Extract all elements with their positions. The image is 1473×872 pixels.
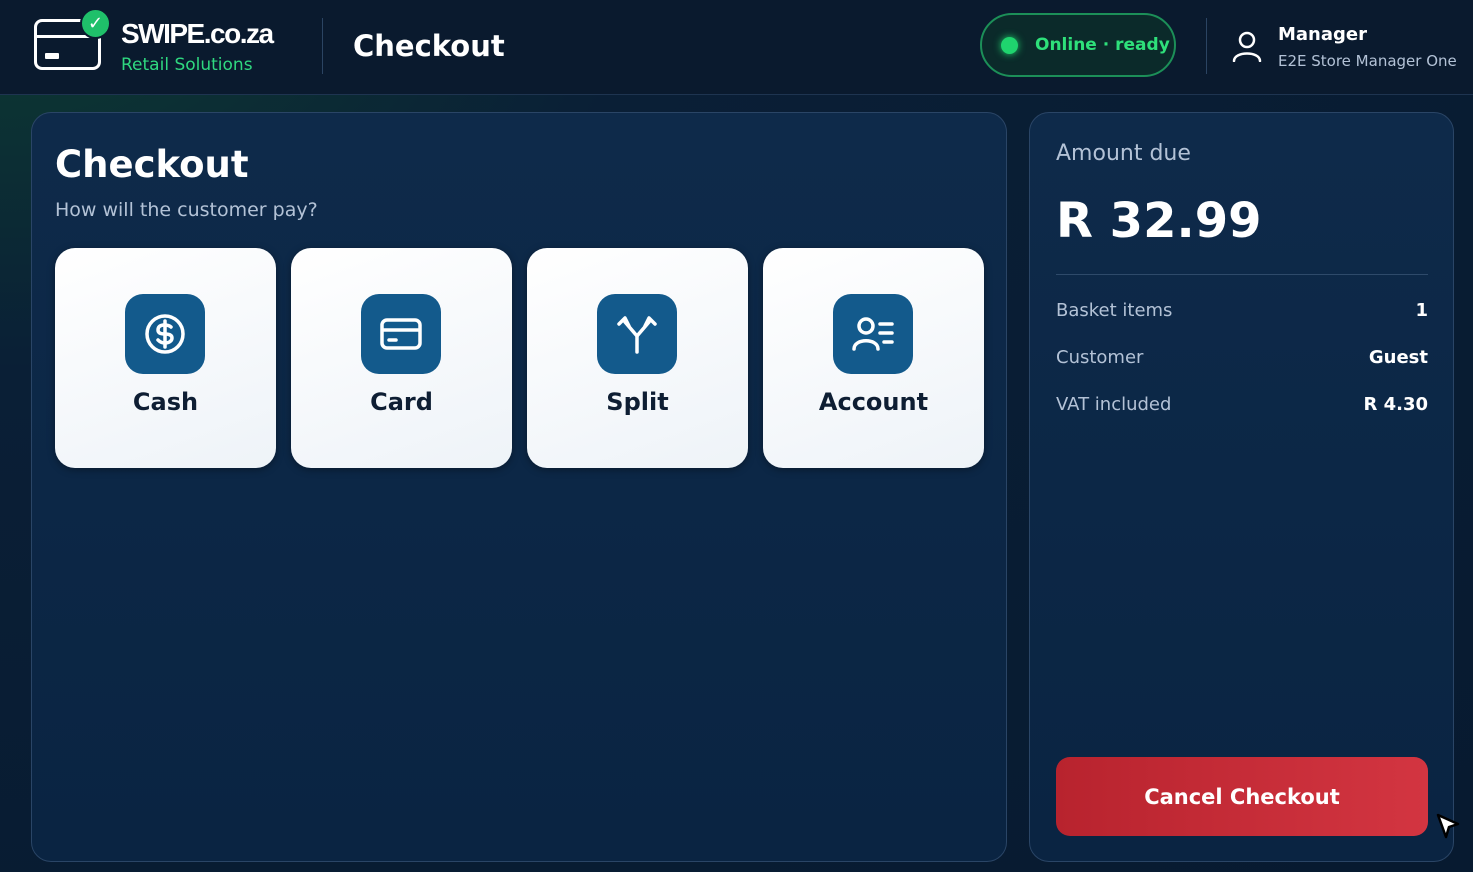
cash-button[interactable]: Cash [55, 248, 276, 468]
credit-card-icon [361, 294, 441, 374]
account-button[interactable]: Account [763, 248, 984, 468]
vat-value: R 4.30 [1363, 394, 1428, 415]
check-badge-icon: ✓ [80, 8, 111, 39]
amount-due-value: R 32.99 [1056, 193, 1262, 249]
checkout-subtitle: How will the customer pay? [55, 199, 318, 221]
status-text: Online · ready [1035, 35, 1170, 55]
mouse-cursor-icon [1436, 813, 1460, 839]
checkout-heading: Checkout [55, 143, 249, 186]
basket-items-row: Basket items 1 [1056, 300, 1428, 326]
vat-label: VAT included [1056, 394, 1172, 415]
header-divider [322, 18, 323, 74]
page-title: Checkout [353, 29, 505, 63]
brand-name: SWIPE.co.za [121, 18, 274, 49]
payment-method-panel: Checkout How will the customer pay? Cash… [31, 112, 1007, 862]
account-label: Account [818, 388, 929, 416]
split-button[interactable]: Split [527, 248, 748, 468]
user-role: Manager [1278, 24, 1367, 45]
cash-label: Cash [132, 388, 199, 416]
user-name: E2E Store Manager One [1278, 52, 1457, 70]
customer-value: Guest [1368, 347, 1428, 368]
status-badge: Online · ready [980, 13, 1176, 77]
online-dot-icon [1001, 37, 1018, 54]
dollar-circle-icon [125, 294, 205, 374]
vat-row: VAT included R 4.30 [1056, 394, 1428, 420]
card-label: Card [370, 388, 433, 416]
order-summary-panel: Amount due R 32.99 Basket items 1 Custom… [1029, 112, 1454, 862]
split-arrows-icon [597, 294, 677, 374]
cancel-checkout-button[interactable]: Cancel Checkout [1056, 757, 1428, 836]
top-bar: ✓ SWIPE.co.za Retail Solutions Checkout … [0, 0, 1473, 95]
customer-row: Customer Guest [1056, 347, 1428, 373]
header-divider-right [1206, 18, 1207, 74]
user-list-icon [833, 294, 913, 374]
card-button[interactable]: Card [291, 248, 512, 468]
customer-label: Customer [1056, 347, 1144, 368]
summary-divider [1056, 274, 1428, 275]
brand-subtitle: Retail Solutions [121, 55, 253, 75]
amount-due-label: Amount due [1056, 141, 1191, 166]
basket-items-label: Basket items [1056, 300, 1173, 321]
basket-items-value: 1 [1415, 300, 1428, 321]
user-icon [1232, 31, 1262, 62]
split-label: Split [606, 388, 669, 416]
